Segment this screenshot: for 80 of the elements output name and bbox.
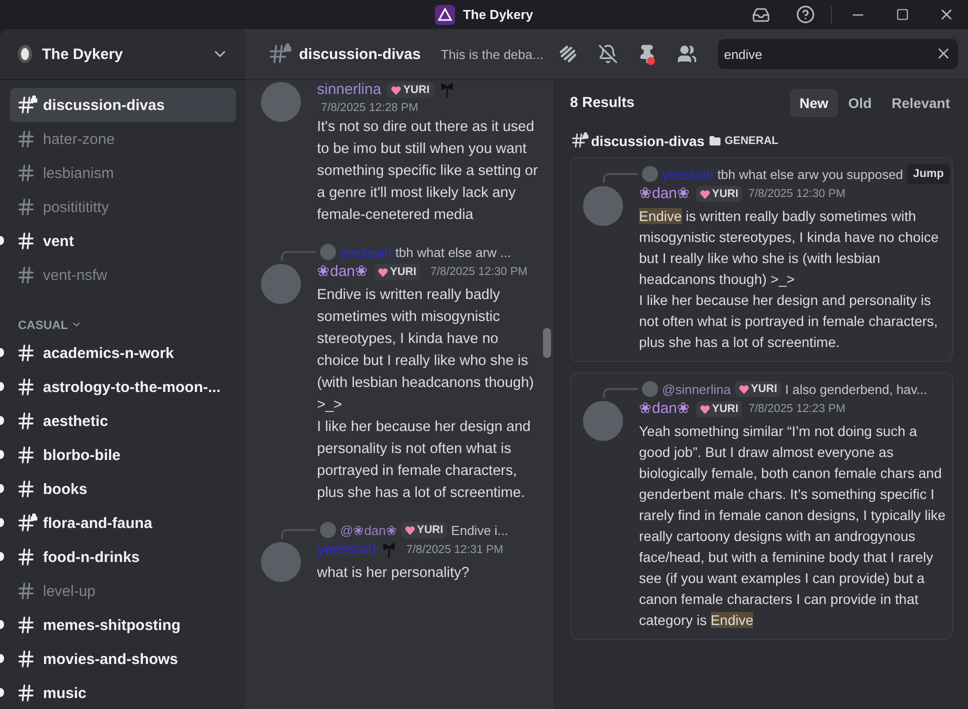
heart-icon: [378, 268, 388, 276]
reply-connector: [281, 529, 316, 539]
channel-item[interactable]: movies-and-shows: [10, 642, 236, 676]
reply-preview[interactable]: tbh what else arw you supposed: [717, 166, 904, 182]
channel-item[interactable]: vent: [10, 224, 236, 258]
message-text: Endive is written really badly sometimes with misogynistic stereotypes, I kinda have no choice but I really like who she is (with lesbian headcanons though) >_> I like her because her design and personality is not often what is portrayed in female characters, plus she has a lot of screentime.: [639, 207, 940, 352]
results-count: 8 Results: [570, 95, 636, 111]
search-field[interactable]: endive: [718, 39, 958, 69]
author-name[interactable]: ❀dan❀: [639, 184, 690, 204]
app-logo: [434, 4, 455, 24]
avatar: [320, 244, 336, 260]
heart-icon: [700, 190, 710, 198]
heart-icon: [404, 526, 415, 534]
author-name[interactable]: sinnerlina: [317, 80, 382, 100]
result-category: GENERAL: [724, 134, 778, 146]
timestamp: 7/8/2025 12:30 PM: [429, 266, 528, 278]
channel-item[interactable]: level-up: [10, 574, 236, 608]
heart-icon: [738, 384, 749, 394]
role-name: YURI: [416, 524, 444, 536]
server-icon: [18, 45, 32, 63]
reply-connector: [603, 173, 638, 183]
channel-item[interactable]: astrology-to-the-moon-...: [10, 370, 236, 404]
server-name[interactable]: The Dykery: [42, 46, 201, 62]
reply-author[interactable]: @sinnerlina: [662, 382, 731, 396]
channel-item[interactable]: music: [10, 676, 236, 709]
members-icon: [677, 44, 698, 64]
message-text: Endive is written really badly sometimes with misogynistic stereotypes, I kinda have no choice but I really like who she is (with lesbian headcanons though) >_> I like her because her design and personality is not often what is portrayed in female characters, plus she has a lot of screentime.: [317, 286, 535, 503]
role-name: YURI: [390, 266, 416, 278]
window-title: The Dykery: [462, 7, 534, 22]
avatar: [642, 381, 658, 397]
reply-preview[interactable]: I also genderbend, hav...: [785, 382, 928, 396]
role-name: YURI: [712, 403, 738, 415]
channel-item[interactable]: books: [10, 472, 236, 506]
message-text: It's not so dire out there as it used to be imo but still when you want something specific like a setting or a genre it'll most likely lack any female-cenetered media: [317, 118, 539, 225]
sort-tab[interactable]: Old: [838, 89, 882, 117]
bell-off-icon: [598, 44, 618, 64]
channel-item[interactable]: posititititty: [10, 190, 236, 224]
channel-item[interactable]: hater-zone: [10, 122, 236, 156]
reply-connector: [281, 251, 316, 261]
scrollbar-thumb[interactable]: [543, 328, 551, 358]
sort-tab[interactable]: Relevant: [882, 89, 960, 117]
timestamp: 7/8/2025 12:30 PM: [748, 188, 846, 200]
locked-hash-icon: [570, 132, 587, 149]
channel-item[interactable]: blorbo-bile: [10, 438, 236, 472]
channel-topic[interactable]: This is the deba...: [440, 46, 544, 62]
message-text: what is her personality?: [317, 564, 470, 583]
folder-icon: [708, 134, 721, 146]
reply-author[interactable]: @❀dan❀: [340, 522, 397, 538]
reply-preview[interactable]: Endive i...: [451, 522, 508, 538]
timestamp: 7/8/2025 12:31 PM: [405, 544, 504, 556]
message-text: Yeah something similar “I’m not doing such a good job”. But I draw almost everyone as biologically female, both canon female chars and genderbent male chars. It’s something specific I rarely find in female canon designs, I typically like really cartoony designs with an androgynous face/head, but with a feminine body that I rarely see (if you want examples I can provide) but a canon female characters I can provide in that category is Endive: [639, 422, 946, 630]
search-result-card[interactable]: [570, 372, 953, 640]
author-name[interactable]: ❀dan❀: [639, 399, 690, 419]
role-name: YURI: [712, 188, 738, 200]
reply-connector: [603, 388, 638, 398]
heart-icon: [700, 404, 710, 414]
channel-item[interactable]: memes-shitposting: [10, 608, 236, 642]
channel-item[interactable]: food-n-drinks: [10, 540, 236, 574]
channel-name: discussion-divas: [299, 46, 421, 62]
channel-item[interactable]: aesthetic: [10, 404, 236, 438]
channel-item[interactable]: academics-n-work: [10, 336, 236, 370]
timestamp: 7/8/2025 12:23 PM: [748, 403, 846, 415]
channel-item[interactable]: lesbianism: [10, 156, 236, 190]
result-channel-name[interactable]: discussion-divas: [591, 132, 705, 148]
reply-preview[interactable]: tbh what else arw ...: [395, 244, 511, 260]
channel-item[interactable]: discussion-divas: [10, 88, 236, 122]
timestamp: 7/8/2025 12:28 PM: [320, 102, 418, 114]
category-header[interactable]: CASUAL: [18, 318, 68, 332]
sort-tab[interactable]: New: [790, 89, 838, 117]
jump-button[interactable]: Jump: [907, 164, 950, 184]
role-name: YURI: [403, 84, 430, 96]
heart-icon: [391, 86, 402, 94]
avatar: [320, 522, 336, 538]
author-name[interactable]: ❀dan❀: [317, 262, 368, 282]
channel-item[interactable]: flora-and-fauna: [10, 506, 236, 540]
search-result-card[interactable]: [570, 157, 953, 362]
channel-item[interactable]: vent-nsfw: [10, 258, 236, 292]
threads-icon: [558, 44, 578, 64]
role-name: YURI: [750, 383, 778, 395]
avatar: [642, 166, 658, 182]
